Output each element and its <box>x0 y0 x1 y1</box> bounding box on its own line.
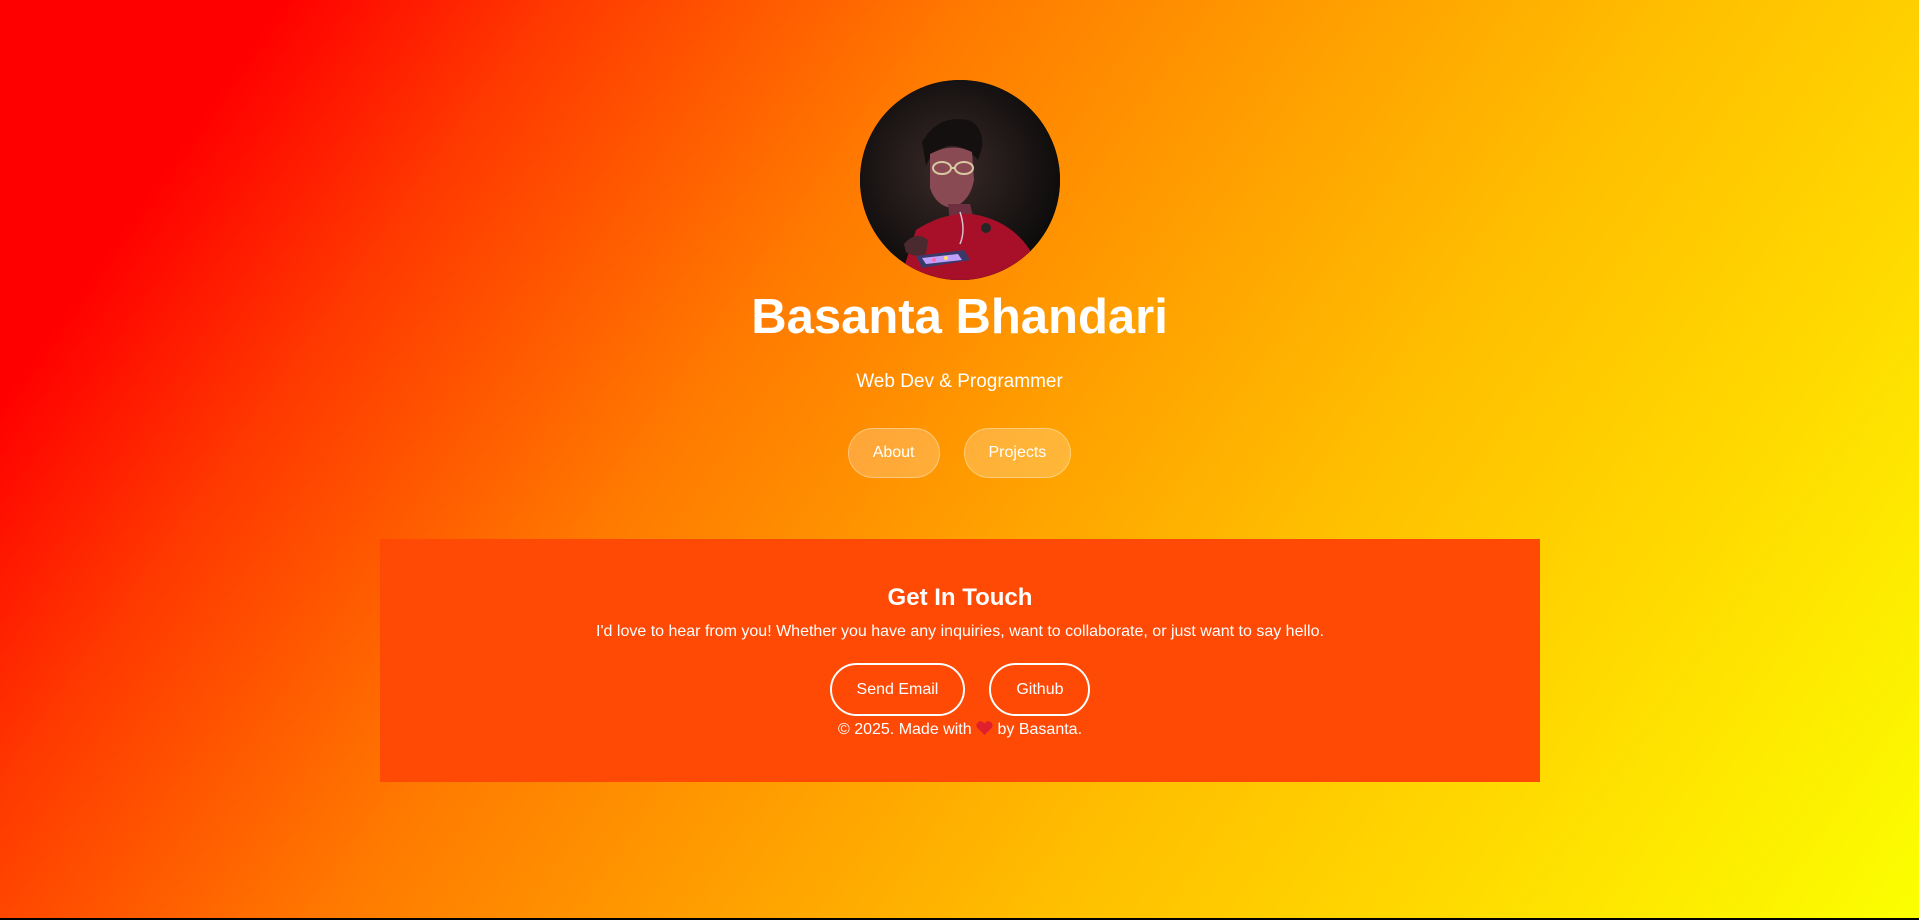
tagline: Web Dev & Programmer <box>856 371 1063 392</box>
projects-button[interactable]: Projects <box>963 428 1072 478</box>
github-button[interactable]: Github <box>989 663 1091 716</box>
page-title: Basanta Bhandari <box>751 290 1168 344</box>
nav-buttons: About Projects <box>0 428 1919 478</box>
about-button[interactable]: About <box>847 428 940 478</box>
heart-icon <box>976 720 993 742</box>
contact-section: Get In Touch I'd love to hear from you! … <box>380 539 1540 782</box>
footer-author: by Basanta. <box>997 721 1083 738</box>
footer-copyright: © 2025. Made with <box>837 721 972 738</box>
contact-buttons: Send Email Github <box>380 663 1540 716</box>
avatar <box>860 80 1060 280</box>
send-email-button[interactable]: Send Email <box>829 663 966 716</box>
contact-description: I'd love to hear from you! Whether you h… <box>596 623 1324 640</box>
avatar-photo <box>860 80 1060 280</box>
footer-text: © 2025. Made with by Basanta. <box>380 720 1540 742</box>
contact-title: Get In Touch <box>887 584 1033 611</box>
